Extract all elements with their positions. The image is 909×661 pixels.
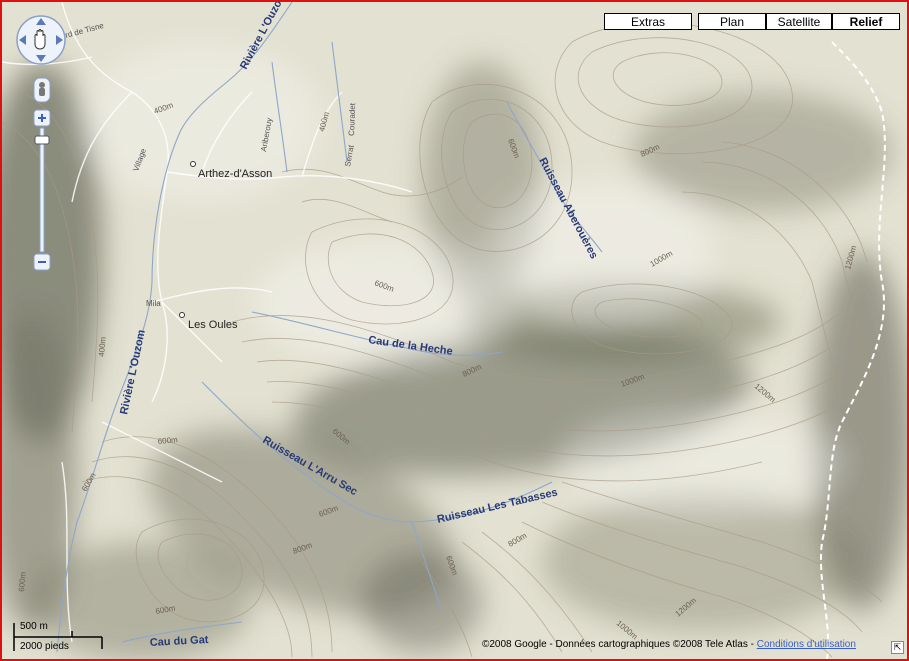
contour-label: 600m (17, 571, 28, 592)
scale-bar: 500 m 2000 pieds (12, 621, 107, 653)
zoom-slider-track[interactable] (39, 127, 45, 253)
satellite-button[interactable]: Satellite (766, 13, 832, 30)
label-les-oules: Les Oules (188, 319, 238, 331)
label-couradet: Couradet (347, 102, 357, 136)
map-frame: Rivière L'Ouzom Ruisseau Aberouères Cau … (0, 0, 909, 661)
label-mila: Mila (146, 299, 161, 308)
resize-corner-icon[interactable]: ⇱ (891, 641, 904, 654)
hand-icon (34, 29, 46, 50)
copyright-text: ©2008 Google - Données cartographiques ©… (482, 639, 856, 650)
scale-metric: 500 m (20, 621, 48, 632)
extras-button[interactable]: Extras (604, 13, 692, 30)
terms-link[interactable]: Conditions d'utilisation (757, 639, 856, 650)
zoom-slider-handle[interactable] (34, 135, 50, 145)
zoom-control[interactable] (32, 78, 52, 274)
plan-button[interactable]: Plan (698, 13, 766, 30)
les-oules-marker-icon[interactable] (179, 312, 185, 318)
relief-button[interactable]: Relief (832, 13, 900, 30)
scale-imperial: 2000 pieds (20, 641, 69, 652)
contour-label: 400m (97, 336, 108, 357)
terrain-map[interactable]: Rivière L'Ouzom Ruisseau Aberouères Cau … (2, 2, 907, 659)
pan-control-icon[interactable] (15, 14, 67, 66)
arthez-marker-icon[interactable] (190, 161, 196, 167)
label-arthez: Arthez-d'Asson (198, 168, 272, 180)
copyright-notice: ©2008 Google - Données cartographiques ©… (482, 639, 757, 650)
contour-label: 600m (157, 435, 178, 446)
